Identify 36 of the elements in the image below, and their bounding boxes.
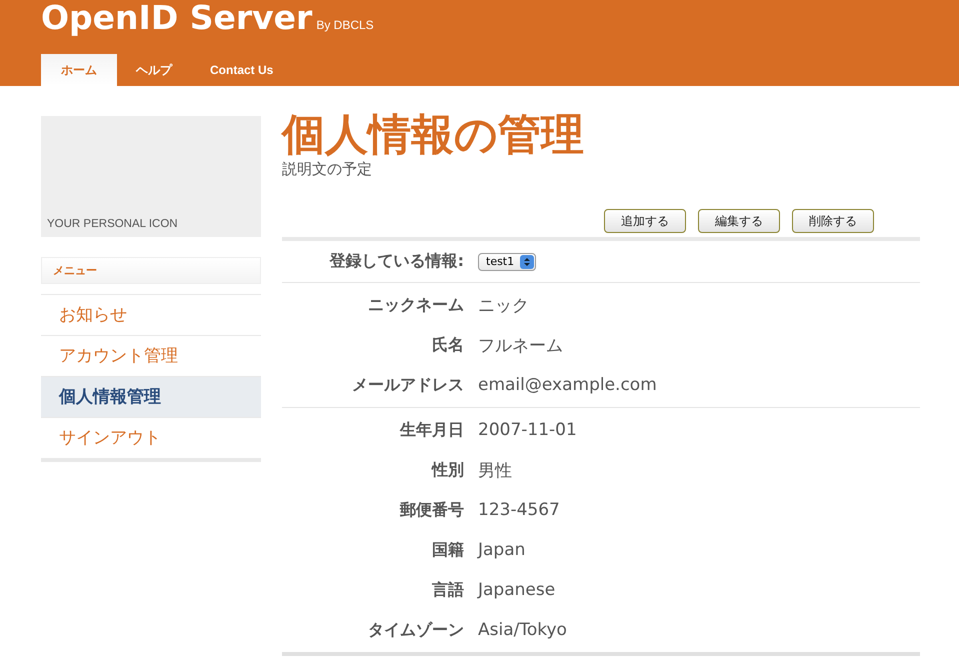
field-value: 123-4567 <box>478 500 560 520</box>
field-label: 郵便番号 <box>398 500 464 520</box>
field-label: 国籍 <box>431 540 464 560</box>
nav-tab[interactable]: ホーム <box>41 54 117 86</box>
page-description: 説明文の予定 <box>282 160 373 179</box>
stepper-arrows-icon <box>520 254 534 268</box>
nav-tab[interactable]: Contact Us <box>191 54 292 86</box>
site-title: OpenID Server <box>41 0 312 37</box>
sidebar-item[interactable]: サインアウト <box>41 418 261 458</box>
action-button[interactable]: 編集する <box>698 209 780 233</box>
page-title: 個人情報の管理 <box>282 110 585 160</box>
field-value: フルネーム <box>478 334 563 356</box>
field-label: 性別 <box>430 460 464 480</box>
field-label: タイムゾーン <box>367 620 464 640</box>
field-label: メールアドレス <box>351 374 464 396</box>
icon-caption: YOUR PERSONAL ICON <box>47 218 178 230</box>
profile-dropdown[interactable]: test1 <box>478 252 536 270</box>
site-byline: By DBCLS <box>316 18 374 32</box>
field-value: 2007-11-01 <box>478 420 577 440</box>
action-button[interactable]: 削除する <box>792 209 874 233</box>
field-value: Asia/Tokyo <box>478 620 567 640</box>
action-button[interactable]: 追加する <box>604 209 686 233</box>
field-value: Japanese <box>478 580 556 600</box>
sidebar-item[interactable]: 個人情報管理 <box>41 377 261 418</box>
menu-heading: メニュー <box>41 257 261 284</box>
field-label: 生年月日 <box>398 420 464 440</box>
field-label: ニックネーム <box>367 294 464 316</box>
sidebar-item[interactable]: お知らせ <box>41 295 261 336</box>
field-label: 言語 <box>431 580 464 600</box>
field-value: 男性 <box>478 460 512 482</box>
field-value: email@example.com <box>478 375 657 395</box>
field-value: ニック <box>478 294 529 316</box>
field-value: Japan <box>478 540 526 560</box>
field-label: 登録している情報: <box>328 251 464 272</box>
nav-tab[interactable]: ヘルプ <box>117 54 191 86</box>
field-label: 氏名 <box>431 334 464 356</box>
